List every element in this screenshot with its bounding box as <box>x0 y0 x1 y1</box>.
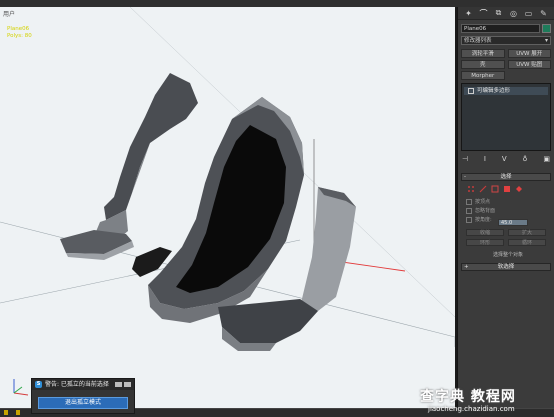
isolate-warning-dialog: S 警告: 已孤立的当前选择 退出孤立模式 <box>31 378 135 414</box>
rollout-collapse-icon: - <box>464 174 466 180</box>
subobject-level-icons <box>467 185 523 193</box>
morpher-button[interactable]: Morpher <box>461 71 505 80</box>
by-vertex-checkbox[interactable] <box>466 198 472 205</box>
seat-cushion-slab <box>300 187 356 311</box>
soft-selection-rollout-title: 软选择 <box>497 264 515 270</box>
utilities-tab-icon[interactable]: ✎ <box>539 9 548 18</box>
soft-selection-rollout-header[interactable]: + 软选择 <box>461 263 551 271</box>
uvw-map-button[interactable]: UVW 贴图 <box>507 60 551 69</box>
chevron-down-icon: ▾ <box>544 37 548 44</box>
seat-back-shell <box>104 73 198 220</box>
seat-base-curve <box>218 299 318 343</box>
by-vertex-label: 按顶点 <box>475 199 491 205</box>
modifier-stack[interactable]: 可编辑多边形 <box>461 83 551 151</box>
grow-button[interactable]: 扩大 <box>508 229 546 236</box>
loop-button[interactable]: 循环 <box>508 239 546 246</box>
turbosmooth-button[interactable]: 涡轮平滑 <box>461 49 505 58</box>
viewport-statistics: Plane06 Polys: 80 <box>7 26 32 40</box>
by-angle-checkbox[interactable] <box>466 216 472 223</box>
polygon-select-icon[interactable] <box>503 185 511 193</box>
rollout-expand-icon: + <box>464 264 469 270</box>
object-color-swatch[interactable] <box>542 24 551 33</box>
command-panel-tabs: ✦ ⌒ ⧉ ◎ ▭ ✎ <box>458 7 554 20</box>
viewport-scene[interactable] <box>0 7 455 408</box>
stack-item-editable-poly[interactable]: 可编辑多边形 <box>464 87 548 95</box>
viewport-label[interactable]: 用户 <box>3 9 15 18</box>
ignore-backfacing-label: 忽略背面 <box>475 208 496 214</box>
element-select-icon[interactable] <box>515 185 523 193</box>
object-name-field[interactable]: Plane06 <box>461 24 540 33</box>
stats-object-name: Plane06 <box>7 26 30 32</box>
selection-rollout-header[interactable]: - 选择 <box>461 173 551 181</box>
pin-stack-icon[interactable]: ⊣ <box>462 155 468 163</box>
status-marker <box>16 410 20 415</box>
vertex-select-icon[interactable] <box>467 185 475 193</box>
configure-sets-icon[interactable]: ▣ <box>543 155 550 163</box>
stats-poly-count: Polys: 80 <box>7 33 32 39</box>
command-panel: ✦ ⌒ ⧉ ◎ ▭ ✎ Plane06 修改器列表 ▾ 涡轮平滑 UVW 展开 … <box>457 7 554 408</box>
watermark-url: jiaocheng.chazidian.com <box>428 405 515 413</box>
display-tab-icon[interactable]: ▭ <box>524 9 533 18</box>
object-name-row: Plane06 <box>461 24 551 33</box>
exit-isolation-mode-button[interactable]: 退出孤立模式 <box>38 397 128 409</box>
remove-modifier-icon[interactable]: ♁ <box>522 155 527 163</box>
stack-item-label: 可编辑多边形 <box>477 88 511 94</box>
uvw-unwrap-button[interactable]: UVW 展开 <box>507 49 551 58</box>
modify-tab-icon[interactable]: ⌒ <box>479 9 488 18</box>
selection-status-text: 选择整个对象 <box>492 252 523 258</box>
modifier-sets: 涡轮平滑 UVW 展开 壳 UVW 贴图 Morpher <box>461 49 551 80</box>
angle-spinner[interactable]: 45.0 <box>498 219 528 226</box>
stack-expand-icon[interactable] <box>468 87 474 94</box>
dialog-warning-message: 警告: 已孤立的当前选择 <box>45 381 109 388</box>
modifier-list-dropdown[interactable]: 修改器列表 ▾ <box>461 36 551 45</box>
edge-select-icon[interactable] <box>479 185 487 193</box>
ignore-backfacing-checkbox[interactable] <box>466 207 472 214</box>
ignore-backfacing-option[interactable]: 忽略背面 <box>466 207 495 214</box>
modifier-list-label: 修改器列表 <box>464 38 492 44</box>
show-end-result-icon[interactable]: I <box>484 155 486 163</box>
minimize-icon[interactable] <box>115 382 122 387</box>
close-icon[interactable] <box>124 382 131 387</box>
max-application: 用户 Plane06 Polys: 80 ✦ ⌒ ⧉ ◎ ▭ ✎ Plane06… <box>0 0 554 417</box>
selection-rollout-title: 选择 <box>500 174 512 180</box>
watermark-title: 查字典 教程网 <box>420 389 516 405</box>
border-select-icon[interactable] <box>491 185 499 193</box>
by-angle-label: 按角度: <box>475 217 492 223</box>
ring-button[interactable]: 环形 <box>466 239 504 246</box>
status-marker <box>4 410 8 415</box>
site-watermark: 查字典 教程网 jiaocheng.chazidian.com <box>420 386 554 416</box>
perspective-viewport[interactable]: 用户 Plane06 Polys: 80 <box>0 7 457 408</box>
by-angle-option[interactable]: 按角度: <box>466 216 492 223</box>
stack-tools: ⊣ I V ♁ ▣ <box>462 155 550 163</box>
motion-tab-icon[interactable]: ◎ <box>509 9 518 18</box>
create-tab-icon[interactable]: ✦ <box>464 9 473 18</box>
hierarchy-tab-icon[interactable]: ⧉ <box>494 8 503 18</box>
shrink-button[interactable]: 收缩 <box>466 229 504 236</box>
shell-button[interactable]: 壳 <box>461 60 505 69</box>
app-logo-icon: S <box>35 381 42 388</box>
dialog-header: S 警告: 已孤立的当前选择 <box>32 379 134 390</box>
make-unique-icon[interactable]: V <box>502 155 507 163</box>
by-vertex-option[interactable]: 按顶点 <box>466 198 490 205</box>
